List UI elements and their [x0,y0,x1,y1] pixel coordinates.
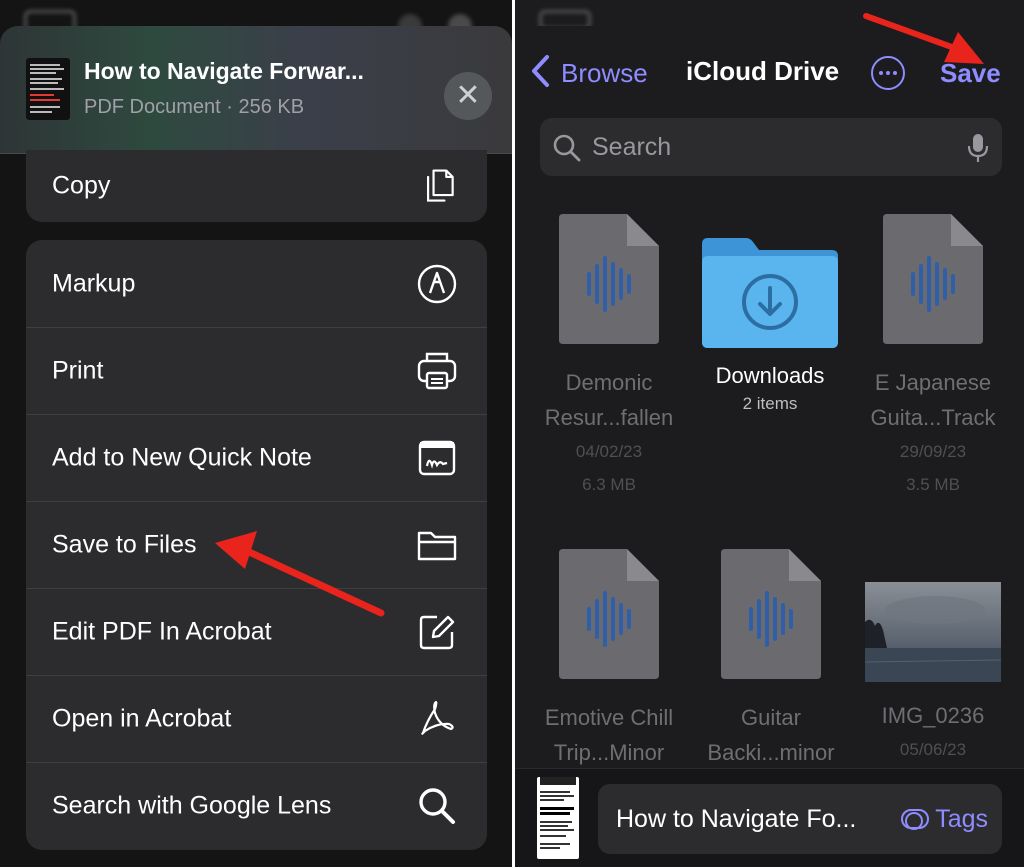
close-button[interactable]: ✕ [444,72,492,120]
document-title: How to Navigate Forwar... [84,58,364,84]
document-thumbnail [26,58,70,120]
action-label: Print [52,356,104,385]
save-bottom-bar: How to Navigate Fo... Tags [515,768,1024,867]
annotation-arrow [863,13,984,64]
copy-action[interactable]: Copy [26,150,487,222]
action-label: Open in Acrobat [52,704,232,733]
file-item[interactable]: Guitar Backi...minor [686,549,856,770]
action-row-print[interactable]: Print [26,327,487,414]
printer-icon [417,352,457,390]
file-name-line2: Guita...Track [870,405,996,430]
action-row-google-lens[interactable]: Search with Google Lens [26,762,487,849]
file-date: 29/09/23 [899,442,967,461]
file-name: E Japanese [874,370,992,395]
file-size: 3.5 MB [906,475,960,494]
page-title: iCloud Drive [686,56,840,86]
file-item[interactable]: Emotive Chill Trip...Minor [524,549,694,770]
quick-note-icon [418,440,456,476]
file-name: Guitar [741,705,801,730]
file-name-line2: Trip...Minor [553,740,665,765]
action-row-copy[interactable]: Copy [26,150,487,222]
back-button[interactable]: Browse [561,58,648,89]
search-placeholder: Search [592,133,672,161]
file-item[interactable]: E Japanese Guita...Track 29/09/23 3.5 MB [848,214,1018,501]
chevron-left-icon[interactable] [529,54,551,88]
tags-icon [901,809,930,830]
folder-icon [417,531,457,561]
file-name-line2: Resur...fallen [544,405,674,430]
file-date: 04/02/23 [575,442,643,461]
files-picker-panel: Browse iCloud Drive Save Search Demonic [515,0,1024,867]
copy-icon [427,169,454,202]
acrobat-icon [421,700,454,735]
document-thumbnail [537,777,579,859]
action-label: Markup [52,269,136,297]
folder-count: 2 items [742,394,798,413]
microphone-icon[interactable] [966,132,990,164]
annotation-arrow [215,531,385,617]
audio-file-icon [559,549,659,679]
audio-file-icon [721,549,821,679]
file-item[interactable]: Demonic Resur...fallen 04/02/23 6.3 MB [524,214,694,501]
action-label: Search with Google Lens [52,791,332,820]
downloads-folder-icon [702,238,838,348]
search-field[interactable]: Search [540,118,1002,176]
action-label: Copy [52,171,111,200]
file-name-line2: Backi...minor [707,740,835,765]
action-row-open-acrobat[interactable]: Open in Acrobat [26,675,487,762]
markup-icon [417,264,457,303]
file-size: 6.3 MB [582,475,636,494]
audio-file-icon [559,214,659,344]
audio-file-icon [883,214,983,344]
folder-name: Downloads [715,363,825,388]
filename-text: How to Navigate Fo... [616,805,857,833]
file-item[interactable]: IMG_0236 05/06/23 [848,582,1018,766]
action-row-markup[interactable]: Markup [26,240,487,327]
folder-item-downloads[interactable]: Downloads 2 items [685,238,855,415]
file-name: Demonic [565,370,653,395]
document-subtitle: PDF Document · 256 KB [84,96,305,118]
image-thumbnail [865,582,1001,682]
close-icon: ✕ [455,79,481,112]
action-label: Save to Files [52,530,197,559]
share-sheet-header: How to Navigate Forwar... PDF Document ·… [0,26,512,154]
file-date: 05/06/23 [899,740,967,759]
filename-field[interactable]: How to Navigate Fo... Tags [598,784,1002,854]
action-label: Add to New Quick Note [52,443,312,472]
tags-button[interactable]: Tags [901,805,988,834]
action-row-quick-note[interactable]: Add to New Quick Note [26,414,487,501]
search-icon [553,134,581,162]
tags-label: Tags [935,805,988,833]
file-name: Emotive Chill [544,705,674,730]
edit-icon [419,615,455,650]
file-name: IMG_0236 [881,703,985,728]
share-sheet-panel: How to Navigate Forwar... PDF Document ·… [0,0,512,867]
search-icon [419,788,455,824]
